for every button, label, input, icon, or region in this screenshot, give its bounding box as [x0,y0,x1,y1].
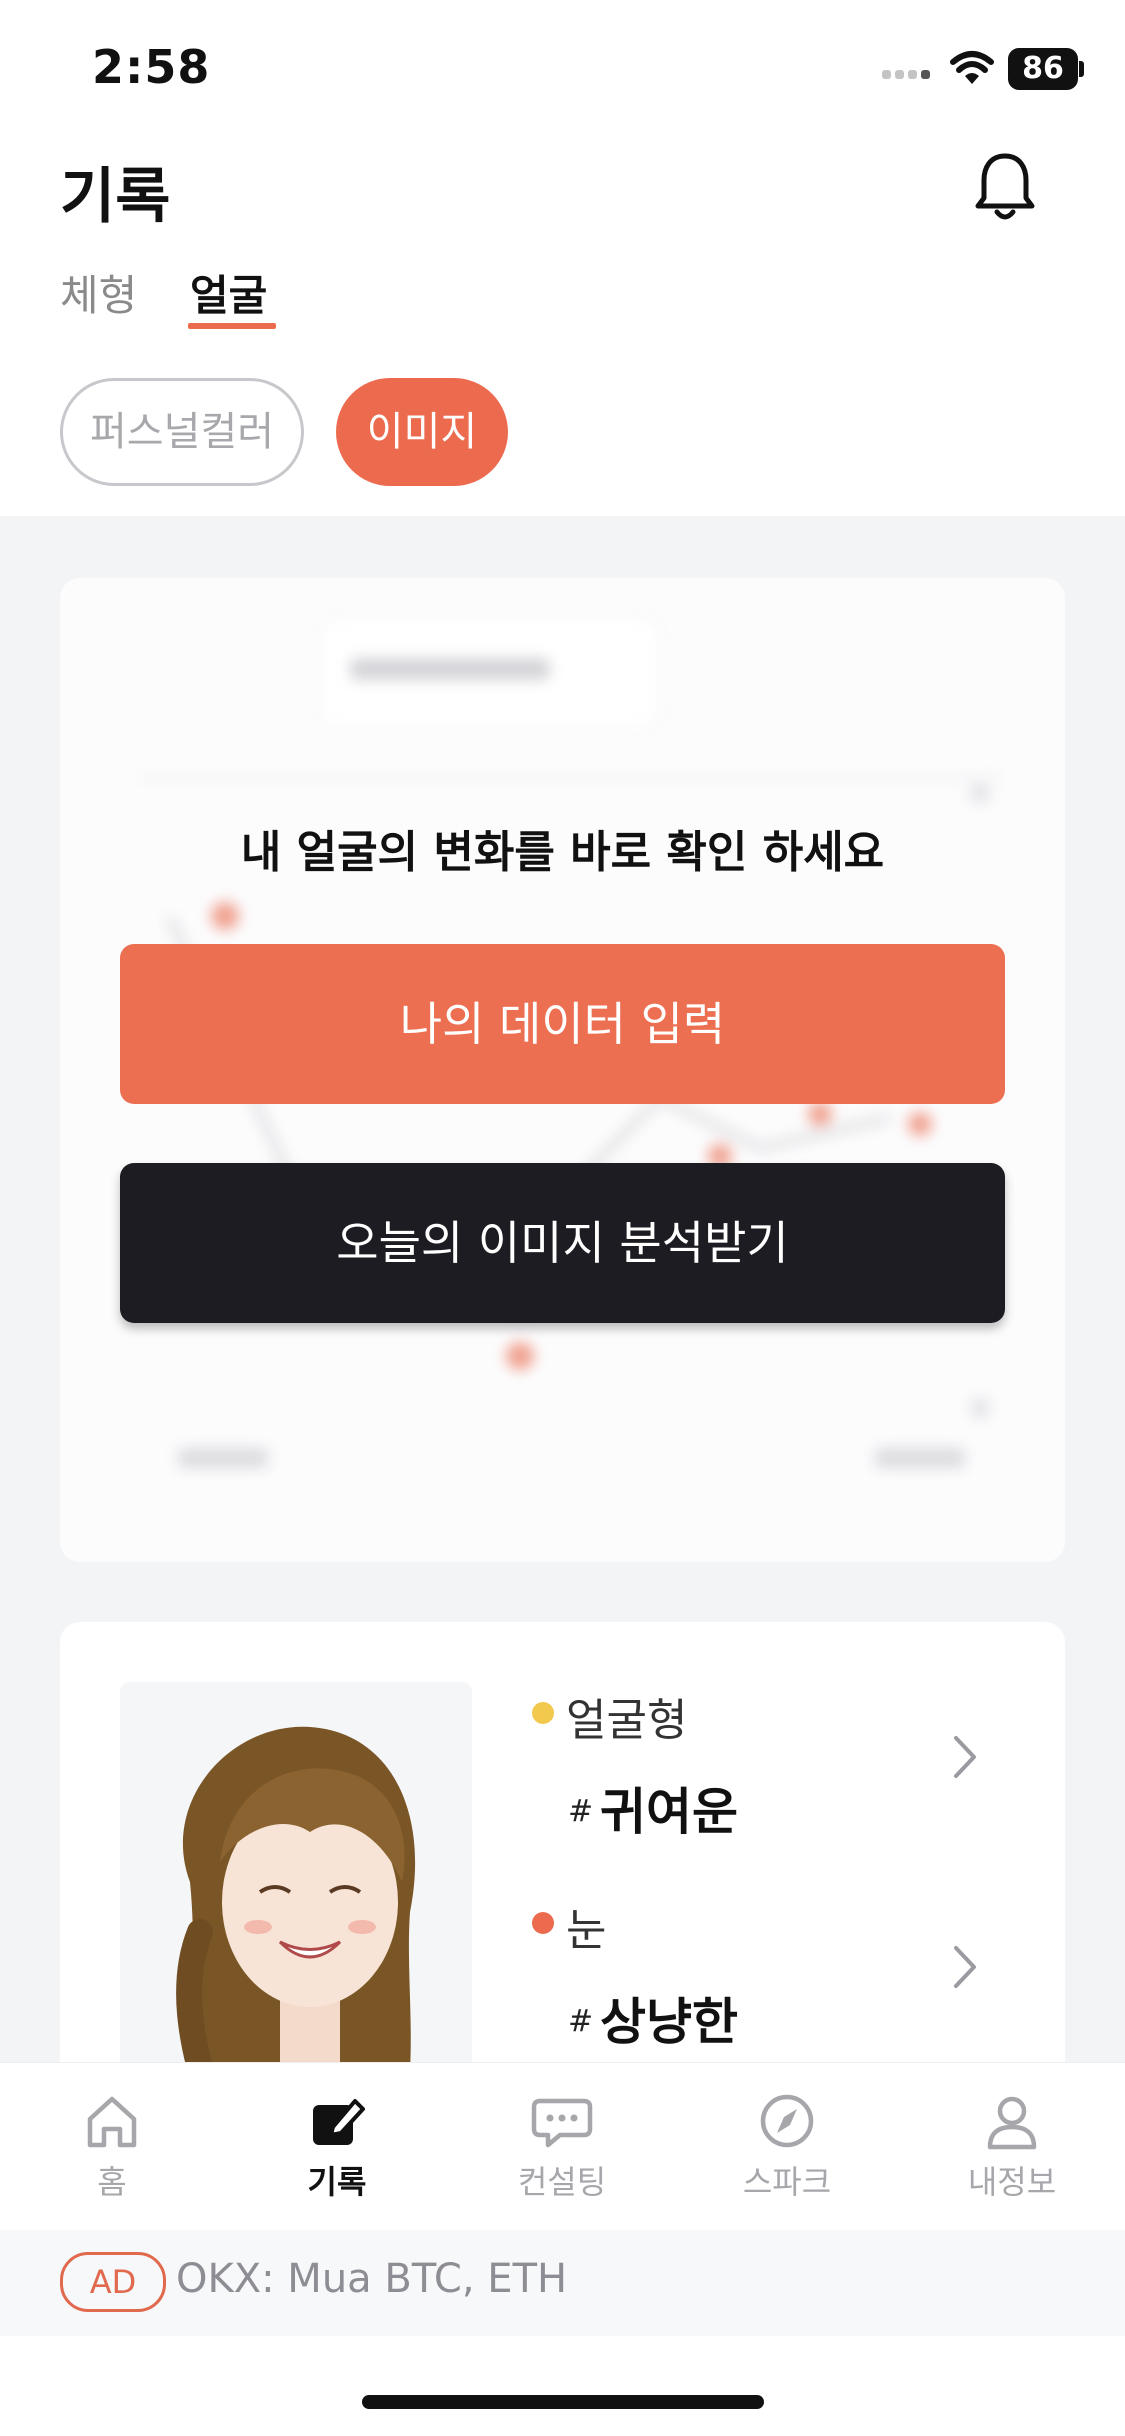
ad-text[interactable]: OKX: Mua BTC, ETH [176,2256,567,2302]
wifi-icon [950,50,994,90]
ad-badge: AD [60,2252,166,2312]
cellular-signal-icon [882,64,934,83]
chip-personal-color[interactable]: 퍼스널컬러 [60,378,304,486]
hash-symbol: # [568,2004,594,2039]
tab-face[interactable]: 얼굴 [190,262,267,323]
nav-my-info[interactable]: 내정보 [922,2091,1102,2203]
analyze-image-button[interactable]: 오늘의 이미지 분석받기 [120,1163,1005,1323]
chat-icon [531,2098,593,2148]
battery-cap [1079,61,1084,77]
nav-consulting-label: 컨설팅 [517,2163,607,2201]
chip-image[interactable]: 이미지 [336,378,508,486]
nav-spark[interactable]: 스파크 [697,2091,877,2203]
face-shape-label: 얼굴형 [566,1695,688,1746]
active-tab-indicator [188,323,276,329]
home-icon [87,2096,137,2148]
nav-record-label: 기록 [307,2163,367,2201]
nav-record[interactable]: 기록 [247,2091,427,2203]
face-shape-dot [532,1702,554,1724]
home-indicator [362,2395,764,2409]
ad-banner[interactable]: AD OKX: Mua BTC, ETH [0,2230,1125,2336]
face-shape-value: 귀여운 [600,1783,738,1841]
nav-spark-label: 스파크 [742,2163,832,2201]
battery-level: 86 [1008,48,1078,90]
page-title: 기록 [60,162,171,232]
status-time: 2:58 [92,40,211,94]
edit-icon [313,2099,365,2145]
chevron-right-icon[interactable] [950,1942,980,1996]
user-icon [987,2096,1037,2150]
chevron-right-icon[interactable] [950,1732,980,1786]
bottom-tab-bar: 홈 기록 컨설팅 스파크 내정보 [0,2062,1125,2231]
notification-bell-icon[interactable] [970,148,1040,226]
eye-value: 상냥한 [600,1993,738,2051]
nav-my-info-label: 내정보 [967,2163,1057,2201]
nav-home-label: 홈 [97,2163,127,2201]
tab-body-type[interactable]: 체형 [60,262,137,323]
hash-symbol: # [568,1794,594,1829]
eye-dot [532,1912,554,1934]
compass-icon [760,2094,814,2148]
enter-my-data-button[interactable]: 나의 데이터 입력 [120,944,1005,1104]
chart-headline: 내 얼굴의 변화를 바로 확인 하세요 [240,827,885,878]
nav-home[interactable]: 홈 [22,2091,202,2203]
nav-consulting[interactable]: 컨설팅 [472,2091,652,2203]
eye-label: 눈 [566,1905,607,1956]
